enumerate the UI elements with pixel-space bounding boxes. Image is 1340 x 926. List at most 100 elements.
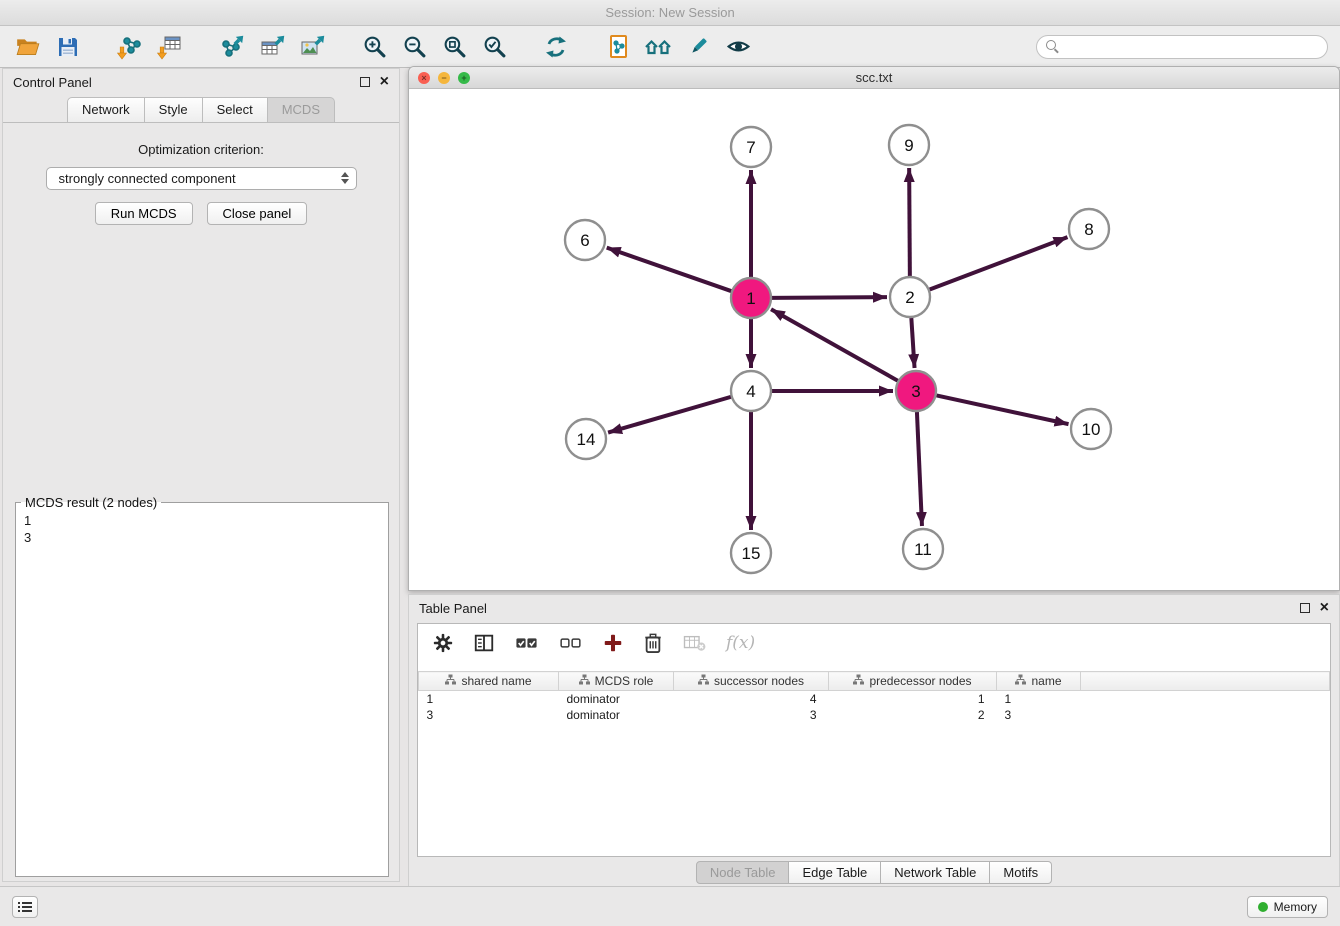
deselect-all-button[interactable] [558, 632, 583, 654]
table-row[interactable]: 1dominator411 [419, 691, 1330, 707]
graph-node-14[interactable]: 14 [566, 419, 606, 459]
select-all-button[interactable] [514, 632, 539, 654]
graph-node-15[interactable]: 15 [731, 533, 771, 573]
svg-text:9: 9 [904, 136, 913, 155]
graph-edge-4-14[interactable] [608, 397, 731, 433]
run-mcds-button[interactable]: Run MCDS [95, 202, 193, 225]
column-header-successor-nodes[interactable]: successor nodes [674, 672, 829, 691]
svg-text:3: 3 [911, 382, 920, 401]
table-cell[interactable]: 2 [829, 707, 997, 723]
graph-node-11[interactable]: 11 [903, 529, 943, 569]
zoom-in-button[interactable] [358, 31, 390, 63]
table-cell[interactable]: dominator [559, 707, 674, 723]
graph-node-9[interactable]: 9 [889, 125, 929, 165]
float-table-panel-icon[interactable] [1300, 603, 1310, 613]
network-canvas[interactable]: 1 2 3 4 6 7 8 9 10 11 14 15 [409, 89, 1339, 590]
table-cell[interactable]: 4 [674, 691, 829, 707]
table-settings-button[interactable] [432, 632, 454, 654]
tab-motifs[interactable]: Motifs [990, 861, 1052, 884]
graph-node-4[interactable]: 4 [731, 371, 771, 411]
global-search-box[interactable] [1036, 35, 1328, 59]
table-cell-filler [1081, 707, 1330, 723]
save-session-button[interactable] [52, 31, 84, 63]
graph-node-10[interactable]: 10 [1071, 409, 1111, 449]
control-panel-tabbar: NetworkStyleSelectMCDS [3, 95, 399, 123]
graph-edge-2-8[interactable] [930, 237, 1068, 289]
maximize-window-icon[interactable]: + [458, 72, 470, 84]
refresh-group [540, 31, 580, 63]
column-header-mcds-role[interactable]: MCDS role [559, 672, 674, 691]
graph-edge-1-6[interactable] [607, 248, 731, 291]
import-table-from-file-button[interactable] [154, 31, 186, 63]
graph-node-7[interactable]: 7 [731, 127, 771, 167]
graph-node-1[interactable]: 1 [731, 278, 771, 318]
table-cell[interactable]: 1 [419, 691, 559, 707]
dropdown-stepper-icon [341, 172, 349, 184]
export-image-button[interactable] [296, 31, 328, 63]
close-table-panel-icon[interactable]: × [1320, 603, 1329, 613]
tab-node-table[interactable]: Node Table [696, 861, 790, 884]
graph-edge-3-11[interactable] [917, 412, 922, 526]
tab-select[interactable]: Select [203, 97, 268, 123]
function-builder-button[interactable]: f(x) [726, 633, 755, 653]
export-table-button[interactable] [256, 31, 288, 63]
tab-mcds[interactable]: MCDS [268, 97, 335, 123]
network-file-button[interactable] [602, 31, 634, 63]
table-cell[interactable]: dominator [559, 691, 674, 707]
search-input[interactable] [1066, 40, 1318, 54]
mcds-result-list[interactable]: 13 [16, 510, 388, 548]
tab-style[interactable]: Style [145, 97, 203, 123]
zoom-group [358, 31, 518, 63]
open-file-button[interactable] [12, 31, 44, 63]
zoom-out-button[interactable] [398, 31, 430, 63]
refresh-view-button[interactable] [540, 31, 572, 63]
tab-edge-table[interactable]: Edge Table [789, 861, 881, 884]
table-panel-tabbar: Node TableEdge TableNetwork TableMotifs [409, 861, 1339, 884]
task-history-button[interactable] [12, 896, 38, 918]
show-columns-button[interactable] [473, 632, 495, 654]
delete-column-button[interactable] [643, 632, 663, 654]
graph-node-2[interactable]: 2 [890, 277, 930, 317]
table-cell[interactable]: 3 [997, 707, 1081, 723]
column-header-name[interactable]: name [997, 672, 1081, 691]
show-hide-button[interactable] [722, 31, 754, 63]
graph-edge-3-10[interactable] [937, 395, 1069, 424]
add-column-button[interactable] [602, 632, 624, 654]
graph-node-8[interactable]: 8 [1069, 209, 1109, 249]
graph-node-3[interactable]: 3 [896, 371, 936, 411]
memory-button[interactable]: Memory [1247, 896, 1328, 918]
window-titlebar[interactable]: Session: New Session [0, 0, 1340, 26]
graph-edge-3-1[interactable] [771, 309, 898, 380]
zoom-selected-button[interactable] [478, 31, 510, 63]
apply-style-button[interactable] [682, 31, 714, 63]
import-network-from-file-button[interactable] [114, 31, 146, 63]
column-header-predecessor-nodes[interactable]: predecessor nodes [829, 672, 997, 691]
tab-network-table[interactable]: Network Table [881, 861, 990, 884]
criterion-dropdown[interactable]: strongly connected component [46, 167, 357, 190]
zoom-fit-button[interactable] [438, 31, 470, 63]
tab-network[interactable]: Network [67, 97, 145, 123]
column-header-shared-name[interactable]: shared name [419, 672, 559, 691]
delete-table-button[interactable] [682, 633, 707, 653]
svg-text:7: 7 [746, 138, 755, 157]
minimize-window-icon[interactable]: − [438, 72, 450, 84]
home-button[interactable] [642, 31, 674, 63]
graph-edge-1-2[interactable] [772, 297, 887, 298]
close-panel-button[interactable]: Close panel [207, 202, 308, 225]
graph-edge-2-3[interactable] [911, 318, 914, 368]
close-window-icon[interactable]: × [418, 72, 430, 84]
table-cell[interactable]: 3 [419, 707, 559, 723]
zoom-in-icon [362, 34, 387, 59]
graph-edge-2-9[interactable] [909, 168, 910, 276]
float-panel-icon[interactable] [360, 77, 370, 87]
table-row[interactable]: 3dominator323 [419, 707, 1330, 723]
refresh-icon [543, 34, 569, 60]
table-cell[interactable]: 1 [829, 691, 997, 707]
table-cell[interactable]: 1 [997, 691, 1081, 707]
select-all-icon [514, 632, 539, 654]
close-panel-icon[interactable]: × [380, 77, 389, 87]
table-cell[interactable]: 3 [674, 707, 829, 723]
graph-node-6[interactable]: 6 [565, 220, 605, 260]
export-network-button[interactable] [216, 31, 248, 63]
network-window-titlebar[interactable]: × − + scc.txt [409, 67, 1339, 89]
